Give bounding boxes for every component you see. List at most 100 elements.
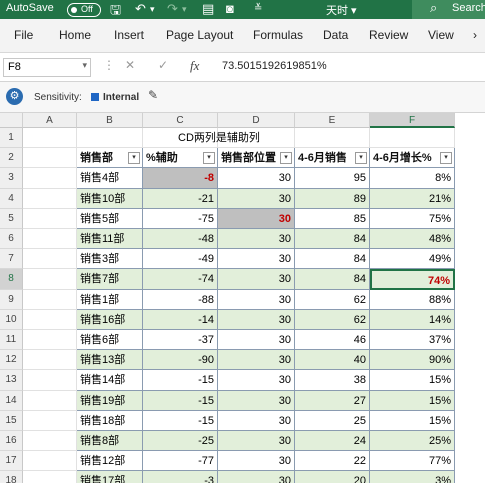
table-cell[interactable]: 40 [295, 350, 370, 371]
row-header-9[interactable]: 9 [0, 289, 23, 310]
table-cell[interactable]: 销售7部 [77, 269, 143, 290]
row-header-17[interactable]: 17 [0, 451, 23, 472]
table-cell[interactable]: 销售12部 [77, 451, 143, 472]
table-cell[interactable]: 22 [295, 451, 370, 472]
table-cell[interactable]: -14 [143, 309, 218, 330]
row-header-1[interactable]: 1 [0, 128, 23, 149]
table-cell[interactable]: 30 [218, 451, 295, 472]
table-cell[interactable]: 62 [295, 289, 370, 310]
column-header-d[interactable]: D [218, 113, 295, 128]
table-cell[interactable]: 销售5部 [77, 208, 143, 229]
column-header-a[interactable]: A [23, 113, 77, 128]
table-cell[interactable]: 21% [370, 188, 455, 209]
table-cell[interactable]: 30 [218, 471, 295, 483]
table-cell[interactable]: 销售18部 [77, 410, 143, 431]
cell-empty[interactable] [370, 128, 455, 149]
search-box[interactable]: ⌕ Search [412, 0, 485, 19]
filter-dropdown-icon[interactable]: ▾ [128, 152, 140, 165]
row-header-12[interactable]: 12 [0, 350, 23, 371]
cell-empty[interactable] [23, 229, 77, 250]
table-cell[interactable]: 38 [295, 370, 370, 391]
table-cell[interactable]: -37 [143, 330, 218, 351]
formula-input[interactable]: 73.5015192619851% [222, 60, 327, 72]
table-cell[interactable]: 24 [295, 431, 370, 452]
table-cell[interactable]: 3% [370, 471, 455, 483]
table-cell[interactable]: 85 [295, 208, 370, 229]
customize-toolbar-icon[interactable]: ≚ [254, 3, 262, 14]
table-cell[interactable]: 销售16部 [77, 309, 143, 330]
cell-empty[interactable] [23, 249, 77, 270]
table-cell[interactable]: -90 [143, 350, 218, 371]
cell-empty[interactable] [23, 350, 77, 371]
tab-data[interactable]: Data [323, 28, 348, 42]
table-cell[interactable]: 8% [370, 168, 455, 189]
undo-dropdown-icon[interactable]: ▾ [150, 4, 155, 15]
table-cell[interactable]: 15% [370, 410, 455, 431]
cell-empty[interactable] [23, 330, 77, 351]
table-cell[interactable]: 30 [218, 188, 295, 209]
row-header-13[interactable]: 13 [0, 370, 23, 391]
tab-home[interactable]: Home [59, 28, 91, 42]
row-header-3[interactable]: 3 [0, 168, 23, 189]
table-cell[interactable]: 84 [295, 269, 370, 290]
row-header-11[interactable]: 11 [0, 330, 23, 351]
table-cell[interactable]: 89 [295, 188, 370, 209]
table-cell[interactable]: -21 [143, 188, 218, 209]
table-header[interactable]: 4-6月销售 ▾ [295, 148, 370, 169]
table-cell[interactable]: -8 [143, 168, 218, 189]
camera-icon[interactable]: ◙ [226, 1, 234, 16]
table-cell[interactable]: -15 [143, 390, 218, 411]
table-cell[interactable]: 销售14部 [77, 370, 143, 391]
table-cell[interactable]: 90% [370, 350, 455, 371]
filter-dropdown-icon[interactable]: ▾ [355, 152, 367, 165]
table-header[interactable]: 销售部 ▾ [77, 148, 143, 169]
table-cell[interactable]: 销售11部 [77, 229, 143, 250]
select-all-corner[interactable] [0, 113, 23, 128]
filter-dropdown-icon[interactable]: ▾ [440, 152, 452, 165]
filter-dropdown-icon[interactable]: ▾ [280, 152, 292, 165]
tab-page-layout[interactable]: Page Layout [166, 28, 233, 42]
enter-icon[interactable]: ✓ [158, 58, 168, 72]
insert-function-icon[interactable]: fx [190, 58, 199, 74]
table-header[interactable]: %辅助 ▾ [143, 148, 218, 169]
table-cell[interactable]: 62 [295, 309, 370, 330]
table-cell[interactable]: 14% [370, 309, 455, 330]
row-header-6[interactable]: 6 [0, 229, 23, 250]
table-cell[interactable]: 30 [218, 289, 295, 310]
table-cell[interactable]: -77 [143, 451, 218, 472]
cell-empty[interactable] [23, 289, 77, 310]
table-cell[interactable]: 30 [218, 330, 295, 351]
row-header-2[interactable]: 2 [0, 148, 23, 169]
spreadsheet-grid[interactable]: A B C D E F 1 2 3 4 5 6 7 8 9 10 11 12 13 14 15 16 17 18 CD两列是辅助… [0, 113, 485, 483]
table-cell[interactable]: 30 [218, 350, 295, 371]
cell-empty[interactable] [23, 208, 77, 229]
tab-file[interactable]: File [14, 28, 33, 42]
table-cell[interactable]: 30 [218, 431, 295, 452]
cell-empty[interactable] [23, 188, 77, 209]
table-cell[interactable]: 37% [370, 330, 455, 351]
table-cell[interactable]: 30 [218, 370, 295, 391]
table-cell[interactable]: -74 [143, 269, 218, 290]
row-header-10[interactable]: 10 [0, 309, 23, 330]
undo-icon[interactable]: ↶ [135, 1, 146, 17]
table-cell[interactable]: -49 [143, 249, 218, 270]
table-cell[interactable]: 30 [218, 249, 295, 270]
table-cell[interactable]: 77% [370, 451, 455, 472]
tab-insert[interactable]: Insert [114, 28, 144, 42]
table-cell[interactable]: 30 [218, 269, 295, 290]
column-header-e[interactable]: E [295, 113, 370, 128]
cancel-icon[interactable]: ✕ [125, 58, 135, 72]
row-header-18[interactable]: 18 [0, 471, 23, 483]
table-cell[interactable]: 销售13部 [77, 350, 143, 371]
table-cell[interactable]: 30 [218, 168, 295, 189]
cell-empty[interactable] [23, 471, 77, 483]
table-cell[interactable]: 75% [370, 208, 455, 229]
tab-formulas[interactable]: Formulas [253, 28, 303, 42]
table-cell[interactable]: 48% [370, 229, 455, 250]
column-header-c[interactable]: C [143, 113, 218, 128]
redo-dropdown-icon[interactable]: ▾ [182, 4, 187, 15]
table-cell[interactable]: -25 [143, 431, 218, 452]
column-header-f[interactable]: F [370, 113, 455, 128]
table-cell[interactable]: 销售19部 [77, 390, 143, 411]
cell-empty[interactable] [23, 168, 77, 189]
